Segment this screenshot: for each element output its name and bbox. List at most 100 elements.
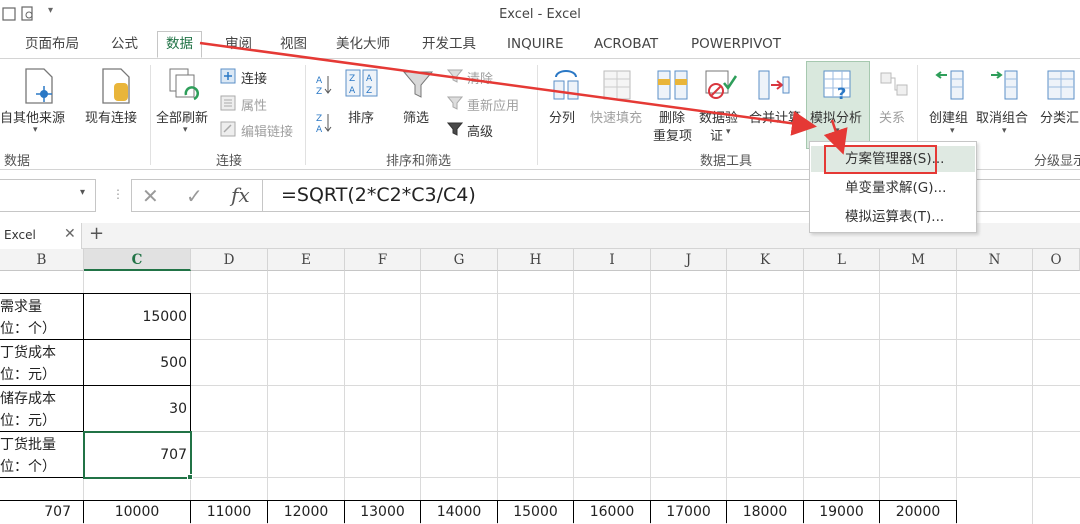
consolidate-button[interactable]: 合并计算: [749, 107, 801, 126]
column-header-f[interactable]: F: [345, 249, 421, 271]
value-cell[interactable]: 30: [84, 401, 190, 417]
data-table-cell[interactable]: 10000: [84, 500, 191, 523]
text-to-columns-icon[interactable]: [552, 69, 582, 105]
goal-seek-menu-item[interactable]: 单变量求解(G)...: [811, 175, 975, 201]
data-table-cell[interactable]: 14000: [421, 500, 498, 523]
enter-icon[interactable]: ✓: [186, 184, 203, 208]
clear-filter-button[interactable]: 清除: [467, 68, 493, 87]
label-cell[interactable]: 位：元）: [0, 410, 56, 430]
group-button[interactable]: 创建组: [929, 107, 968, 126]
data-table-cell[interactable]: 707: [0, 500, 84, 523]
tab-acrobat[interactable]: ACROBAT: [594, 34, 658, 58]
tab-inquire[interactable]: INQUIRE: [507, 34, 563, 58]
label-cell[interactable]: 丁货成本: [0, 342, 56, 362]
label-cell[interactable]: 储存成本: [0, 388, 56, 408]
column-header-d[interactable]: D: [191, 249, 268, 271]
data-table-cell[interactable]: 15000: [498, 500, 574, 523]
sort-button[interactable]: 排序: [348, 107, 374, 126]
column-header-m[interactable]: M: [880, 249, 957, 271]
scenario-manager-menu-item[interactable]: 方案管理器(S)...: [811, 146, 975, 172]
column-header-j[interactable]: J: [651, 249, 727, 271]
subtotal-icon[interactable]: [1046, 69, 1080, 105]
tab-formulas[interactable]: 公式: [111, 34, 138, 58]
column-header-i[interactable]: I: [574, 249, 651, 271]
data-table-cell[interactable]: 12000: [268, 500, 345, 523]
tab-beautify[interactable]: 美化大师: [336, 34, 390, 58]
ungroup-icon[interactable]: [987, 69, 1021, 105]
value-cell[interactable]: 500: [84, 355, 190, 371]
fill-handle[interactable]: [187, 474, 193, 480]
tab-review[interactable]: 审阅: [225, 34, 252, 58]
chevron-down-icon[interactable]: ▾: [80, 187, 85, 198]
group-icon[interactable]: [933, 69, 967, 105]
label-cell[interactable]: 丁货批量: [0, 434, 56, 454]
data-table-cell[interactable]: 20000: [880, 500, 957, 523]
value-cell[interactable]: 15000: [84, 309, 190, 325]
flash-fill-button[interactable]: 快速填充: [590, 107, 642, 126]
subtotal-button[interactable]: 分类汇: [1040, 107, 1079, 126]
relationships-button[interactable]: 关系: [879, 107, 905, 126]
sort-za-icon[interactable]: ZA: [316, 111, 334, 139]
connections-icon[interactable]: [220, 68, 236, 88]
other-sources-icon[interactable]: [22, 67, 56, 109]
column-header-h[interactable]: H: [498, 249, 574, 271]
column-header-b[interactable]: B: [0, 249, 84, 271]
column-header-c[interactable]: C: [84, 249, 191, 271]
consolidate-icon[interactable]: [757, 69, 791, 105]
tab-page-layout[interactable]: 页面布局: [25, 34, 79, 58]
data-table-cell[interactable]: 18000: [727, 500, 804, 523]
add-workbook-button[interactable]: +: [89, 223, 104, 244]
reapply-button[interactable]: 重新应用: [467, 95, 519, 114]
remove-duplicates-icon[interactable]: [656, 69, 690, 105]
data-table-cell[interactable]: 11000: [191, 500, 268, 523]
cancel-icon[interactable]: ✕: [142, 184, 159, 208]
sort-az-icon[interactable]: AZ: [316, 73, 334, 101]
data-table-cell[interactable]: 19000: [804, 500, 880, 523]
properties-button[interactable]: 属性: [241, 95, 267, 114]
edit-links-button[interactable]: 编辑链接: [241, 121, 293, 140]
refresh-all-button[interactable]: 全部刷新: [156, 107, 208, 126]
data-table-cell[interactable]: 13000: [345, 500, 421, 523]
name-box[interactable]: ▾: [0, 179, 96, 212]
advanced-filter-icon[interactable]: [446, 121, 464, 141]
gridline: [726, 271, 727, 524]
data-table-cell[interactable]: 17000: [651, 500, 727, 523]
label-cell[interactable]: 位：元）: [0, 364, 56, 384]
tab-powerpivot[interactable]: POWERPIVOT: [691, 34, 781, 58]
existing-connections-icon[interactable]: [100, 67, 134, 109]
other-sources-button[interactable]: 自其他来源: [0, 107, 65, 126]
whatif-icon[interactable]: ?: [822, 69, 856, 105]
remove-duplicates-button[interactable]: 删除: [659, 107, 685, 126]
tab-view[interactable]: 视图: [280, 34, 307, 58]
data-table-menu-item[interactable]: 模拟运算表(T)...: [811, 204, 975, 230]
ungroup-button[interactable]: 取消组合: [976, 107, 1028, 126]
data-validation-button[interactable]: 数据验: [699, 107, 738, 126]
advanced-filter-button[interactable]: 高级: [467, 121, 493, 140]
data-validation-icon[interactable]: [704, 69, 738, 105]
data-table-cell[interactable]: 16000: [574, 500, 651, 523]
label-cell[interactable]: 位：个）: [0, 456, 56, 476]
tab-developer[interactable]: 开发工具: [422, 34, 476, 58]
column-header-n[interactable]: N: [957, 249, 1033, 271]
relationships-icon: [879, 69, 909, 105]
insert-function-icon[interactable]: fx: [231, 183, 250, 207]
column-header-g[interactable]: G: [421, 249, 498, 271]
connections-button[interactable]: 连接: [241, 68, 267, 87]
column-header-e[interactable]: E: [268, 249, 345, 271]
worksheet-grid[interactable]: B C D E F G H I J K L M N O 需求量 位：个） 150…: [0, 249, 1080, 524]
existing-connections-button[interactable]: 现有连接: [85, 107, 137, 126]
column-header-k[interactable]: K: [727, 249, 804, 271]
filter-icon[interactable]: [402, 69, 434, 105]
sort-icon[interactable]: ZAAZ: [345, 69, 379, 103]
whatif-analysis-button[interactable]: 模拟分析: [810, 107, 862, 126]
close-icon[interactable]: ✕: [64, 226, 76, 242]
refresh-all-icon[interactable]: [168, 67, 202, 109]
label-cell[interactable]: 需求量: [0, 296, 42, 316]
tab-data[interactable]: 数据: [157, 31, 202, 58]
filter-button[interactable]: 筛选: [403, 107, 429, 126]
workbook-tab[interactable]: Excel ✕: [0, 223, 82, 249]
column-header-l[interactable]: L: [804, 249, 880, 271]
column-header-o[interactable]: O: [1033, 249, 1080, 271]
text-to-columns-button[interactable]: 分列: [549, 107, 575, 126]
label-cell[interactable]: 位：个）: [0, 318, 56, 338]
